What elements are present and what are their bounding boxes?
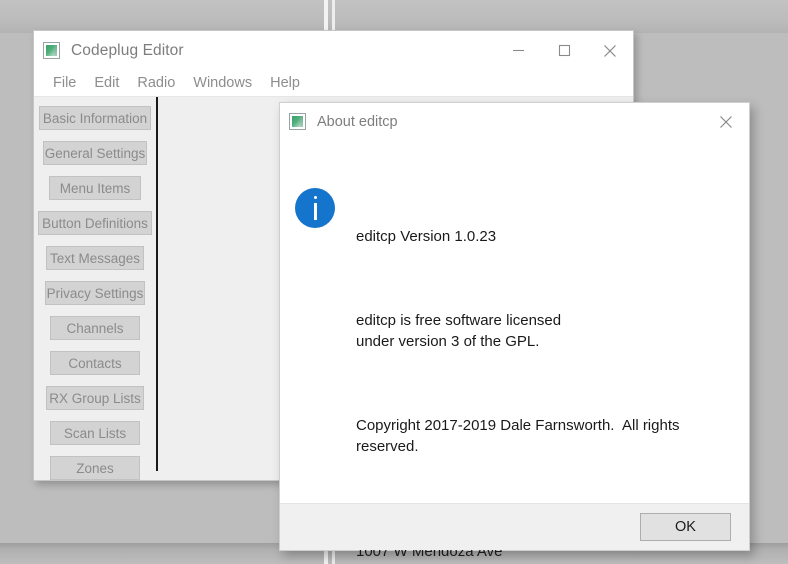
desktop-vertical-strip-right xyxy=(332,0,335,33)
maximize-icon[interactable] xyxy=(541,31,587,70)
sidebar-item-contacts[interactable]: Contacts xyxy=(50,351,140,375)
sidebar-item-privacy-settings[interactable]: Privacy Settings xyxy=(45,281,145,305)
about-editcp-dialog: About editcp editcp Version 1.0.23 editc… xyxy=(279,102,750,560)
window-title: Codeplug Editor xyxy=(71,41,184,59)
sidebar-item-general-settings[interactable]: General Settings xyxy=(43,141,147,165)
main-titlebar[interactable]: Codeplug Editor xyxy=(34,31,633,70)
sidebar-item-menu-items[interactable]: Menu Items xyxy=(49,176,141,200)
sidebar-item-zones[interactable]: Zones xyxy=(50,456,140,480)
menu-bar: File Edit Radio Windows Help xyxy=(34,70,633,97)
sidebar-nav: Basic Information General Settings Menu … xyxy=(34,97,156,480)
info-circle-icon xyxy=(295,188,335,228)
sidebar-item-scan-lists[interactable]: Scan Lists xyxy=(50,421,140,445)
desktop-top-band xyxy=(0,0,788,33)
about-license-line: editcp is free software licensed under v… xyxy=(356,312,562,350)
dialog-titlebar[interactable]: About editcp xyxy=(280,103,749,140)
app-window-icon xyxy=(289,113,306,130)
close-icon[interactable] xyxy=(587,31,633,70)
dialog-footer: OK xyxy=(280,504,749,550)
ok-button[interactable]: OK xyxy=(640,513,731,541)
app-window-icon xyxy=(43,42,60,59)
sidebar-item-rx-group-lists[interactable]: RX Group Lists xyxy=(46,386,144,410)
menu-item-windows[interactable]: Windows xyxy=(184,75,261,91)
sidebar-item-basic-information[interactable]: Basic Information xyxy=(39,106,151,130)
minimize-icon[interactable] xyxy=(495,31,541,70)
dialog-title: About editcp xyxy=(317,113,398,130)
desktop-vertical-strip-left xyxy=(324,0,328,33)
sidebar-item-channels[interactable]: Channels xyxy=(50,316,140,340)
menu-item-edit[interactable]: Edit xyxy=(85,75,128,91)
about-copyright-line: Copyright 2017-2019 Dale Farnsworth. All… xyxy=(356,417,684,455)
menu-item-help[interactable]: Help xyxy=(261,75,309,91)
dialog-body: editcp Version 1.0.23 editcp is free sof… xyxy=(280,140,749,560)
close-icon[interactable] xyxy=(703,103,749,140)
sidebar-item-text-messages[interactable]: Text Messages xyxy=(46,246,144,270)
sidebar-item-button-definitions[interactable]: Button Definitions xyxy=(38,211,152,235)
menu-item-file[interactable]: File xyxy=(44,75,85,91)
menu-item-radio[interactable]: Radio xyxy=(128,75,184,91)
about-version-line: editcp Version 1.0.23 xyxy=(356,228,497,245)
window-controls xyxy=(495,31,633,70)
desktop-screen: Codeplug Editor File Edit Radio Windows … xyxy=(0,0,788,564)
